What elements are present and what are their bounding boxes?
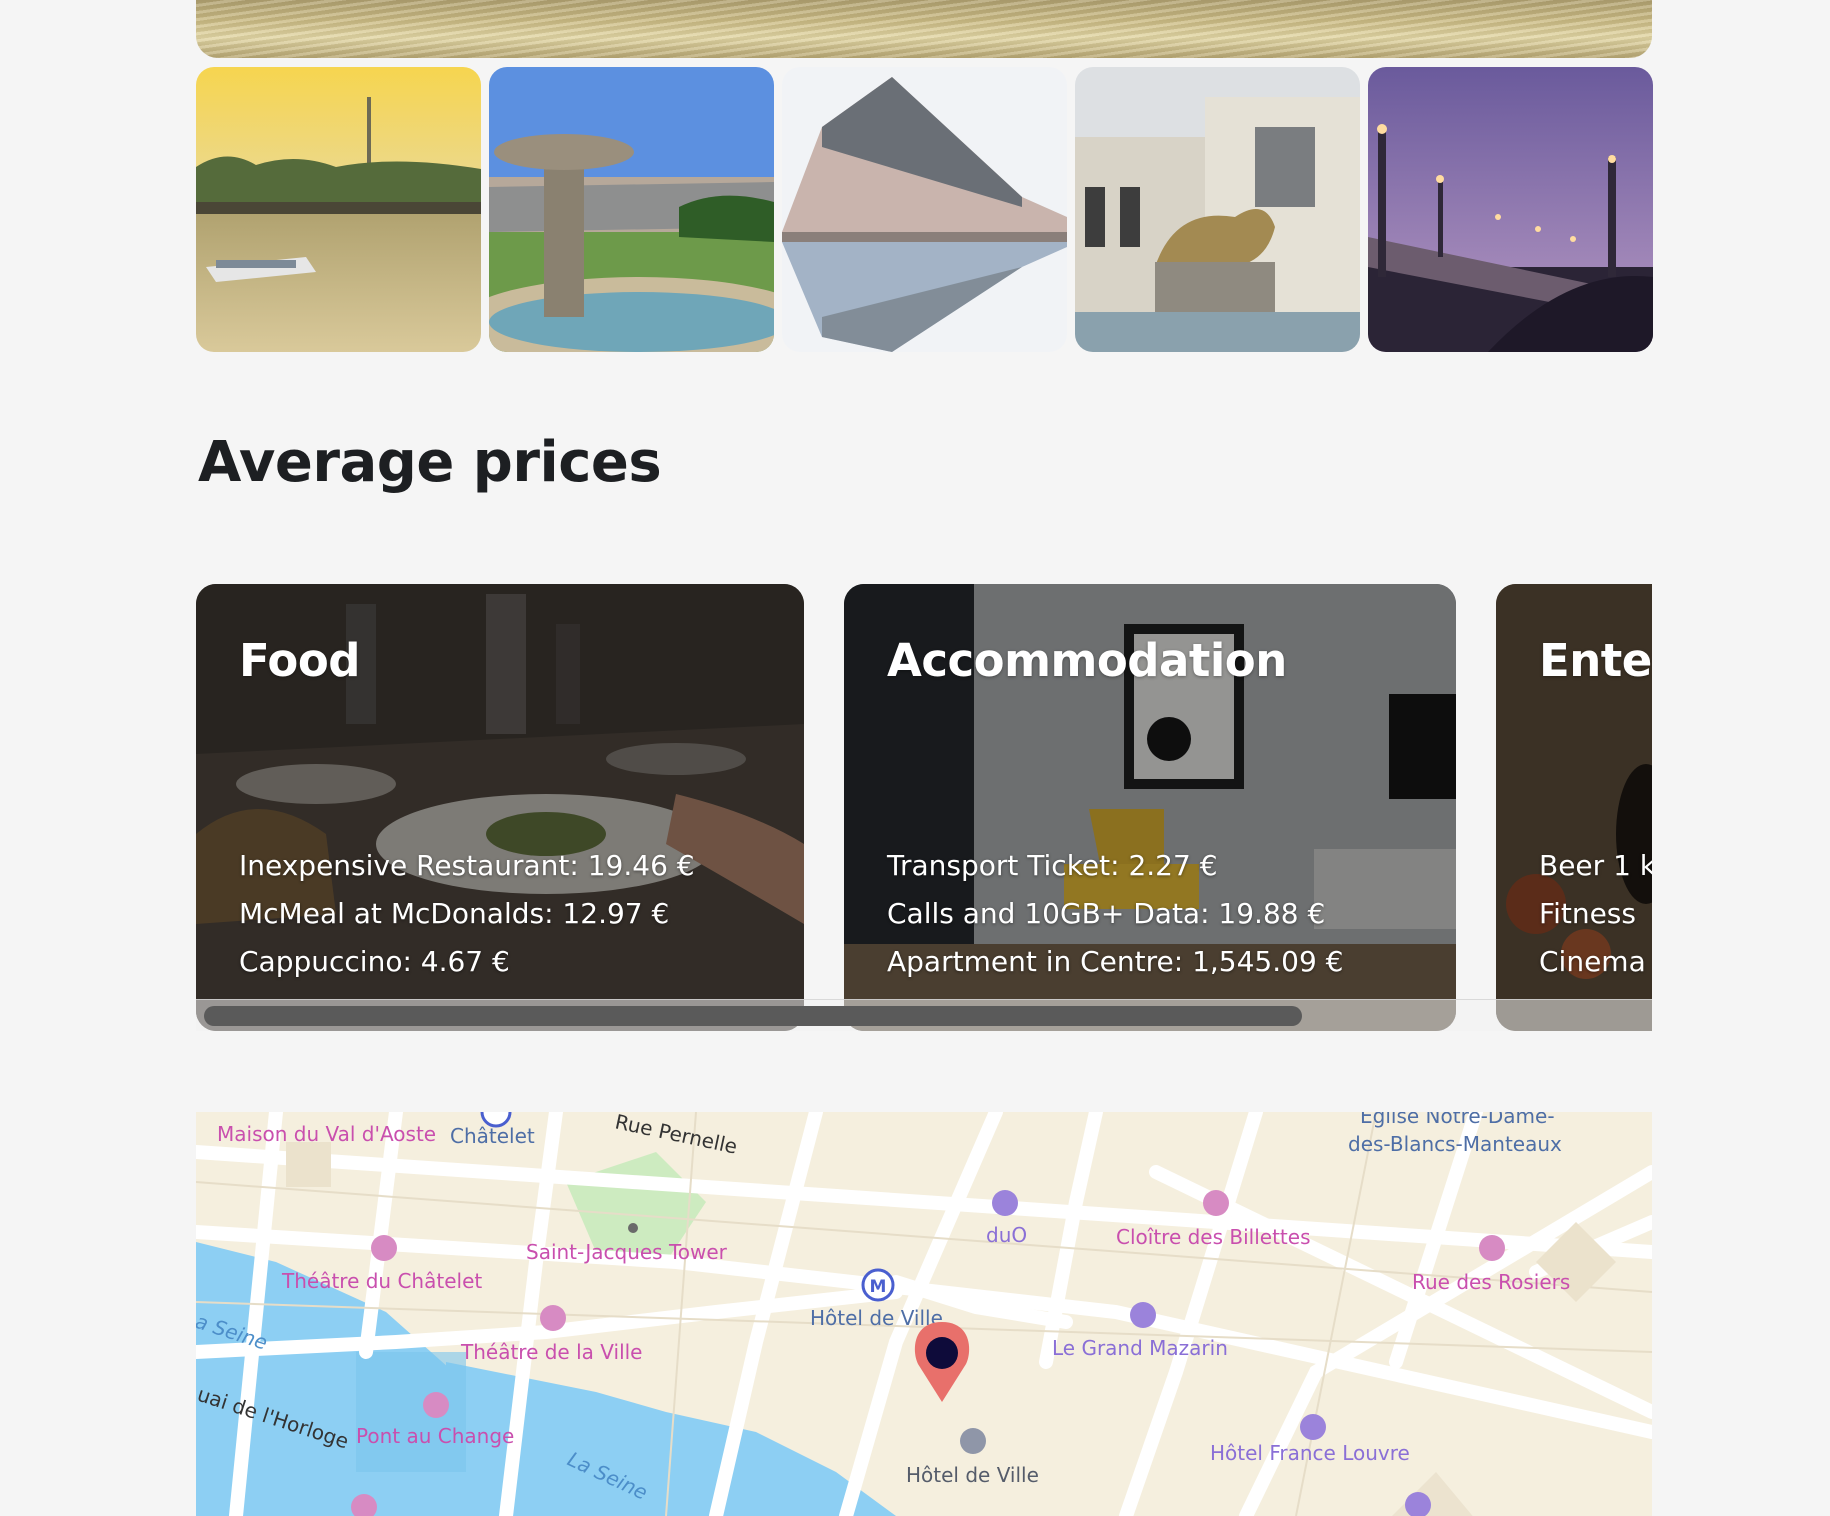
map-label-hotel-de-ville[interactable]: Hôtel de Ville xyxy=(906,1463,1039,1487)
card-title: Enter xyxy=(1539,634,1652,687)
map-label-cloitre-billettes[interactable]: Cloître des Billettes xyxy=(1116,1225,1310,1249)
card-price-list: Beer 1 k Fitness Cinema xyxy=(1539,842,1652,986)
card-title: Food xyxy=(239,634,360,687)
gallery-thumbnail-fountain[interactable] xyxy=(489,67,774,352)
map-label-maison-val-aoste[interactable]: Maison du Val d'Aoste xyxy=(217,1122,436,1146)
map-label-le-grand-mazarin[interactable]: Le Grand Mazarin xyxy=(1052,1336,1228,1360)
card-title: Accommodation xyxy=(887,634,1287,687)
map-label-rue-des-rosiers[interactable]: Rue des Rosiers xyxy=(1412,1270,1570,1294)
card-price-list: Transport Ticket: 2.27 € Calls and 10GB+… xyxy=(887,842,1344,986)
location-map[interactable]: M Maison du Val d'Aoste Châtelet Rue Per… xyxy=(196,1112,1652,1516)
card-price-list: Inexpensive Restaurant: 19.46 € McMeal a… xyxy=(239,842,695,986)
price-item: McMeal at McDonalds: 12.97 € xyxy=(239,897,670,930)
map-label-notre-dame-1[interactable]: Église Notre-Dame- xyxy=(1360,1112,1555,1128)
map-label-theatre-chatelet[interactable]: Théâtre du Châtelet xyxy=(281,1269,482,1293)
map-label-notre-dame-2[interactable]: des-Blancs-Manteaux xyxy=(1348,1132,1562,1156)
price-item: Calls and 10GB+ Data: 19.88 € xyxy=(887,897,1326,930)
hero-photo[interactable] xyxy=(196,0,1652,58)
price-item: Fitness xyxy=(1539,897,1636,930)
price-item: Cinema xyxy=(1539,945,1646,978)
svg-text:M: M xyxy=(870,1277,887,1297)
price-card-accommodation[interactable]: Accommodation Transport Ticket: 2.27 € C… xyxy=(844,584,1456,1031)
price-item: Cappuccino: 4.67 € xyxy=(239,945,510,978)
gallery-thumbnail-alexandre-bridge[interactable] xyxy=(1368,67,1653,352)
map-label-duo[interactable]: duO xyxy=(986,1223,1027,1247)
gallery-thumbnail-bull-statue[interactable] xyxy=(1075,67,1360,352)
map-label-theatre-de-la-ville[interactable]: Théâtre de la Ville xyxy=(460,1340,642,1364)
map-label-saint-jacques-tower[interactable]: Saint-Jacques Tower xyxy=(526,1240,728,1264)
price-card-entertainment[interactable]: Enter Beer 1 k Fitness Cinema xyxy=(1496,584,1652,1031)
section-title: Average prices xyxy=(198,430,662,495)
photo-gallery xyxy=(196,67,1653,352)
map-label-hotel-de-ville-metro[interactable]: Hôtel de Ville xyxy=(810,1306,943,1330)
price-item: Beer 1 k xyxy=(1539,849,1652,882)
map-label-pont-au-change[interactable]: Pont au Change xyxy=(356,1424,514,1448)
gallery-thumbnail-rivoli[interactable] xyxy=(782,67,1067,352)
map-label-hotel-france-louvre[interactable]: Hôtel France Louvre xyxy=(1210,1441,1410,1465)
map-label-chatelet[interactable]: Châtelet xyxy=(450,1124,535,1148)
price-item: Inexpensive Restaurant: 19.46 € xyxy=(239,849,695,882)
gallery-thumbnail-seine-eiffel[interactable] xyxy=(196,67,481,352)
price-cards-carousel[interactable]: Food Inexpensive Restaurant: 19.46 € McM… xyxy=(196,584,1652,1031)
horizontal-scrollbar-thumb[interactable] xyxy=(204,1006,1302,1026)
price-item: Transport Ticket: 2.27 € xyxy=(887,849,1218,882)
price-item: Apartment in Centre: 1,545.09 € xyxy=(887,945,1344,978)
price-card-food[interactable]: Food Inexpensive Restaurant: 19.46 € McM… xyxy=(196,584,804,1031)
